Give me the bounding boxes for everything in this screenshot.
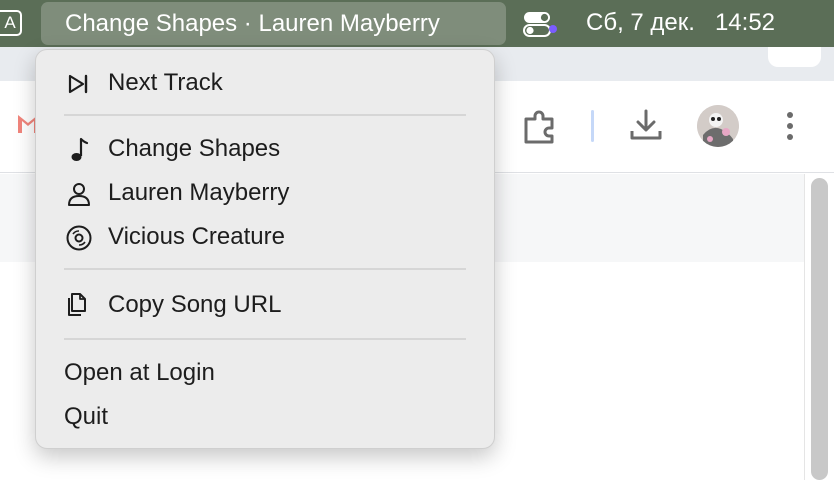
music-note-icon bbox=[64, 136, 94, 162]
now-playing-menu-extra[interactable]: Change Shapes · Lauren Mayberry bbox=[41, 2, 506, 45]
extensions-puzzle-icon[interactable] bbox=[521, 108, 559, 146]
menu-item-copy-song-url[interactable]: Copy Song URL bbox=[36, 285, 494, 325]
copy-documents-icon bbox=[64, 292, 94, 318]
toggle-switch-icon[interactable] bbox=[522, 9, 558, 39]
menu-item-label: Open at Login bbox=[64, 359, 215, 386]
menu-bar-clock[interactable]: Сб, 7 дек. 14:52 bbox=[586, 0, 775, 47]
toolbar-divider bbox=[591, 110, 594, 142]
scrollbar-thumb[interactable] bbox=[811, 178, 828, 480]
menu-item-label: Next Track bbox=[108, 69, 223, 96]
now-playing-menu: Next Track Change Shapes Lauren Mayberry bbox=[35, 49, 495, 449]
person-icon bbox=[64, 180, 94, 206]
menu-item-open-at-login[interactable]: Open at Login bbox=[36, 353, 494, 393]
tab-corner bbox=[768, 47, 821, 67]
clock-date: Сб, 7 дек. bbox=[586, 9, 695, 36]
menu-item-quit[interactable]: Quit bbox=[36, 397, 494, 437]
menu-item-label: Change Shapes bbox=[108, 135, 281, 162]
menu-bar: A Change Shapes · Lauren Mayberry Сб, 7 … bbox=[0, 0, 834, 47]
menu-separator bbox=[64, 268, 466, 270]
menu-item-label: Copy Song URL bbox=[108, 291, 282, 318]
menu-item-label: Vicious Creature bbox=[108, 223, 285, 250]
album-disc-icon bbox=[64, 224, 94, 251]
menu-item-label: Quit bbox=[64, 403, 109, 430]
menu-item-artist[interactable]: Lauren Mayberry bbox=[36, 173, 494, 213]
menu-separator bbox=[64, 114, 466, 116]
menu-item-song[interactable]: Change Shapes bbox=[36, 129, 494, 169]
clock-time: 14:52 bbox=[714, 9, 776, 36]
menu-item-album[interactable]: Vicious Creature bbox=[36, 217, 494, 257]
download-icon[interactable] bbox=[627, 107, 665, 145]
menu-separator bbox=[64, 338, 466, 340]
more-vert-icon[interactable] bbox=[778, 108, 802, 144]
menu-item-label: Lauren Mayberry bbox=[108, 179, 290, 206]
next-track-icon bbox=[64, 70, 94, 96]
profile-avatar[interactable] bbox=[697, 105, 739, 147]
menu-item-next-track[interactable]: Next Track bbox=[36, 63, 494, 103]
input-source-indicator[interactable]: A bbox=[0, 10, 22, 36]
